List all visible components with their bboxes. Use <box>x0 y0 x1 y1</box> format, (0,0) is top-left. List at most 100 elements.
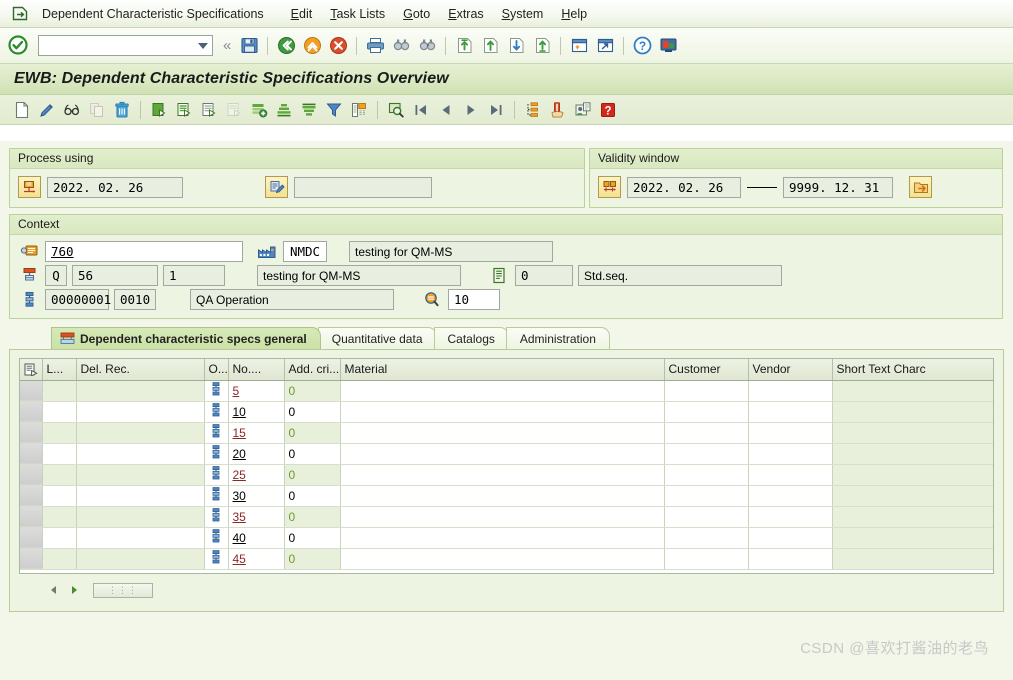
process-using-date[interactable]: 2022. 02. 26 <box>47 177 183 198</box>
cancel-button[interactable] <box>326 34 350 58</box>
cell-material[interactable] <box>340 485 664 506</box>
back-button[interactable] <box>274 34 298 58</box>
column-header-customer[interactable]: Customer <box>664 359 748 380</box>
table-row[interactable]: 300 <box>20 485 994 506</box>
find-button[interactable] <box>389 34 413 58</box>
cell-light[interactable] <box>42 485 76 506</box>
cell-short-text-charc[interactable] <box>832 485 994 506</box>
cell-add-cri[interactable]: 0 <box>284 464 340 485</box>
column-header-o[interactable]: O... <box>204 359 228 380</box>
list-type-field[interactable]: Q <box>45 265 67 286</box>
cell-customer[interactable] <box>664 527 748 548</box>
cell-no[interactable]: 30 <box>228 485 284 506</box>
help-button[interactable]: ? <box>630 34 654 58</box>
cell-short-text-charc[interactable] <box>832 506 994 527</box>
cell-vendor[interactable] <box>748 485 832 506</box>
funnel-filter-icon[interactable] <box>322 98 346 122</box>
copy-icon[interactable] <box>85 98 109 122</box>
tab-dependent-characteristic-specs-general[interactable]: Dependent characteristic specs general <box>51 327 321 349</box>
table-row[interactable]: 150 <box>20 422 994 443</box>
cell-del-rec[interactable] <box>76 464 204 485</box>
cell-customer[interactable] <box>664 422 748 443</box>
cell-short-text-charc[interactable] <box>832 422 994 443</box>
red-question-info-icon[interactable]: ? <box>596 98 620 122</box>
cell-del-rec[interactable] <box>76 422 204 443</box>
cell-material[interactable] <box>340 422 664 443</box>
list-detail-green-icon[interactable] <box>147 98 171 122</box>
list-detail-lines-icon[interactable] <box>172 98 196 122</box>
cell-add-cri[interactable]: 0 <box>284 527 340 548</box>
cell-vendor[interactable] <box>748 464 832 485</box>
validity-window-icon[interactable] <box>598 176 621 198</box>
operation-field[interactable]: 0010 <box>114 289 156 310</box>
cell-light[interactable] <box>42 506 76 527</box>
cell-no[interactable]: 10 <box>228 401 284 422</box>
cell-vendor[interactable] <box>748 380 832 401</box>
list-detail-doc-icon[interactable] <box>197 98 221 122</box>
charc-number-field[interactable]: 10 <box>448 289 500 310</box>
cell-vendor[interactable] <box>748 527 832 548</box>
list-detail-grey-icon[interactable] <box>222 98 246 122</box>
menu-item-system[interactable]: System <box>493 4 553 24</box>
operation-node-icon[interactable] <box>204 401 228 422</box>
column-header-light[interactable]: L... <box>42 359 76 380</box>
previous-entry-icon[interactable] <box>434 98 458 122</box>
plant-field[interactable]: NMDC <box>283 241 327 262</box>
cell-light[interactable] <box>42 422 76 443</box>
chevron-down-icon[interactable] <box>198 43 208 49</box>
cell-no[interactable]: 25 <box>228 464 284 485</box>
horizontal-scrollbar-thumb[interactable]: ⋮⋮⋮ <box>93 583 153 598</box>
table-row[interactable]: 250 <box>20 464 994 485</box>
cell-material[interactable] <box>340 506 664 527</box>
find-next-button[interactable] <box>415 34 439 58</box>
menu-app-title[interactable]: Dependent Characteristic Specifications <box>38 4 282 24</box>
create-session-button[interactable] <box>567 34 591 58</box>
node-number-field[interactable]: 00000001 <box>45 289 109 310</box>
column-header-vendor[interactable]: Vendor <box>748 359 832 380</box>
row-select-cell[interactable] <box>20 485 42 506</box>
last-page-button[interactable] <box>530 34 554 58</box>
cell-short-text-charc[interactable] <box>832 527 994 548</box>
row-select-cell[interactable] <box>20 464 42 485</box>
structure-tree-icon[interactable] <box>521 98 545 122</box>
insert-row-plus-icon[interactable] <box>247 98 271 122</box>
cell-add-cri[interactable]: 0 <box>284 380 340 401</box>
cell-del-rec[interactable] <box>76 506 204 527</box>
create-shortcut-button[interactable] <box>593 34 617 58</box>
layout-columns-icon[interactable] <box>347 98 371 122</box>
previous-page-button[interactable] <box>478 34 502 58</box>
next-page-button[interactable] <box>504 34 528 58</box>
operation-node-icon[interactable] <box>204 506 228 527</box>
cell-light[interactable] <box>42 443 76 464</box>
column-header-short-text-charc[interactable]: Short Text Charc <box>832 359 994 380</box>
column-header-add-cri[interactable]: Add. cri... <box>284 359 340 380</box>
cell-customer[interactable] <box>664 380 748 401</box>
cell-short-text-charc[interactable] <box>832 401 994 422</box>
exit-button[interactable] <box>300 34 324 58</box>
scroll-left-icon[interactable] <box>45 582 62 598</box>
menu-item-task-lists[interactable]: Task Lists <box>321 4 394 24</box>
command-field[interactable] <box>38 35 213 56</box>
customize-local-layout-icon[interactable] <box>656 34 680 58</box>
cell-light[interactable] <box>42 464 76 485</box>
double-chevron-left-icon[interactable]: « <box>219 37 235 54</box>
cell-material[interactable] <box>340 380 664 401</box>
cell-add-cri[interactable]: 0 <box>284 485 340 506</box>
cell-light[interactable] <box>42 527 76 548</box>
cell-vendor[interactable] <box>748 401 832 422</box>
table-row[interactable]: 200 <box>20 443 994 464</box>
cell-add-cri[interactable]: 0 <box>284 422 340 443</box>
change-number-pencil-icon[interactable] <box>265 176 288 198</box>
cell-material[interactable] <box>340 464 664 485</box>
cell-customer[interactable] <box>664 443 748 464</box>
save-button[interactable] <box>237 34 261 58</box>
cell-vendor[interactable] <box>748 548 832 569</box>
cell-add-cri[interactable]: 0 <box>284 401 340 422</box>
glasses-display-icon[interactable] <box>60 98 84 122</box>
validity-to-field[interactable]: 9999. 12. 31 <box>783 177 893 198</box>
cell-material[interactable] <box>340 401 664 422</box>
sap-system-menu-icon[interactable] <box>10 5 30 23</box>
cell-del-rec[interactable] <box>76 485 204 506</box>
magnifier-search-icon[interactable] <box>384 98 408 122</box>
row-select-cell[interactable] <box>20 401 42 422</box>
